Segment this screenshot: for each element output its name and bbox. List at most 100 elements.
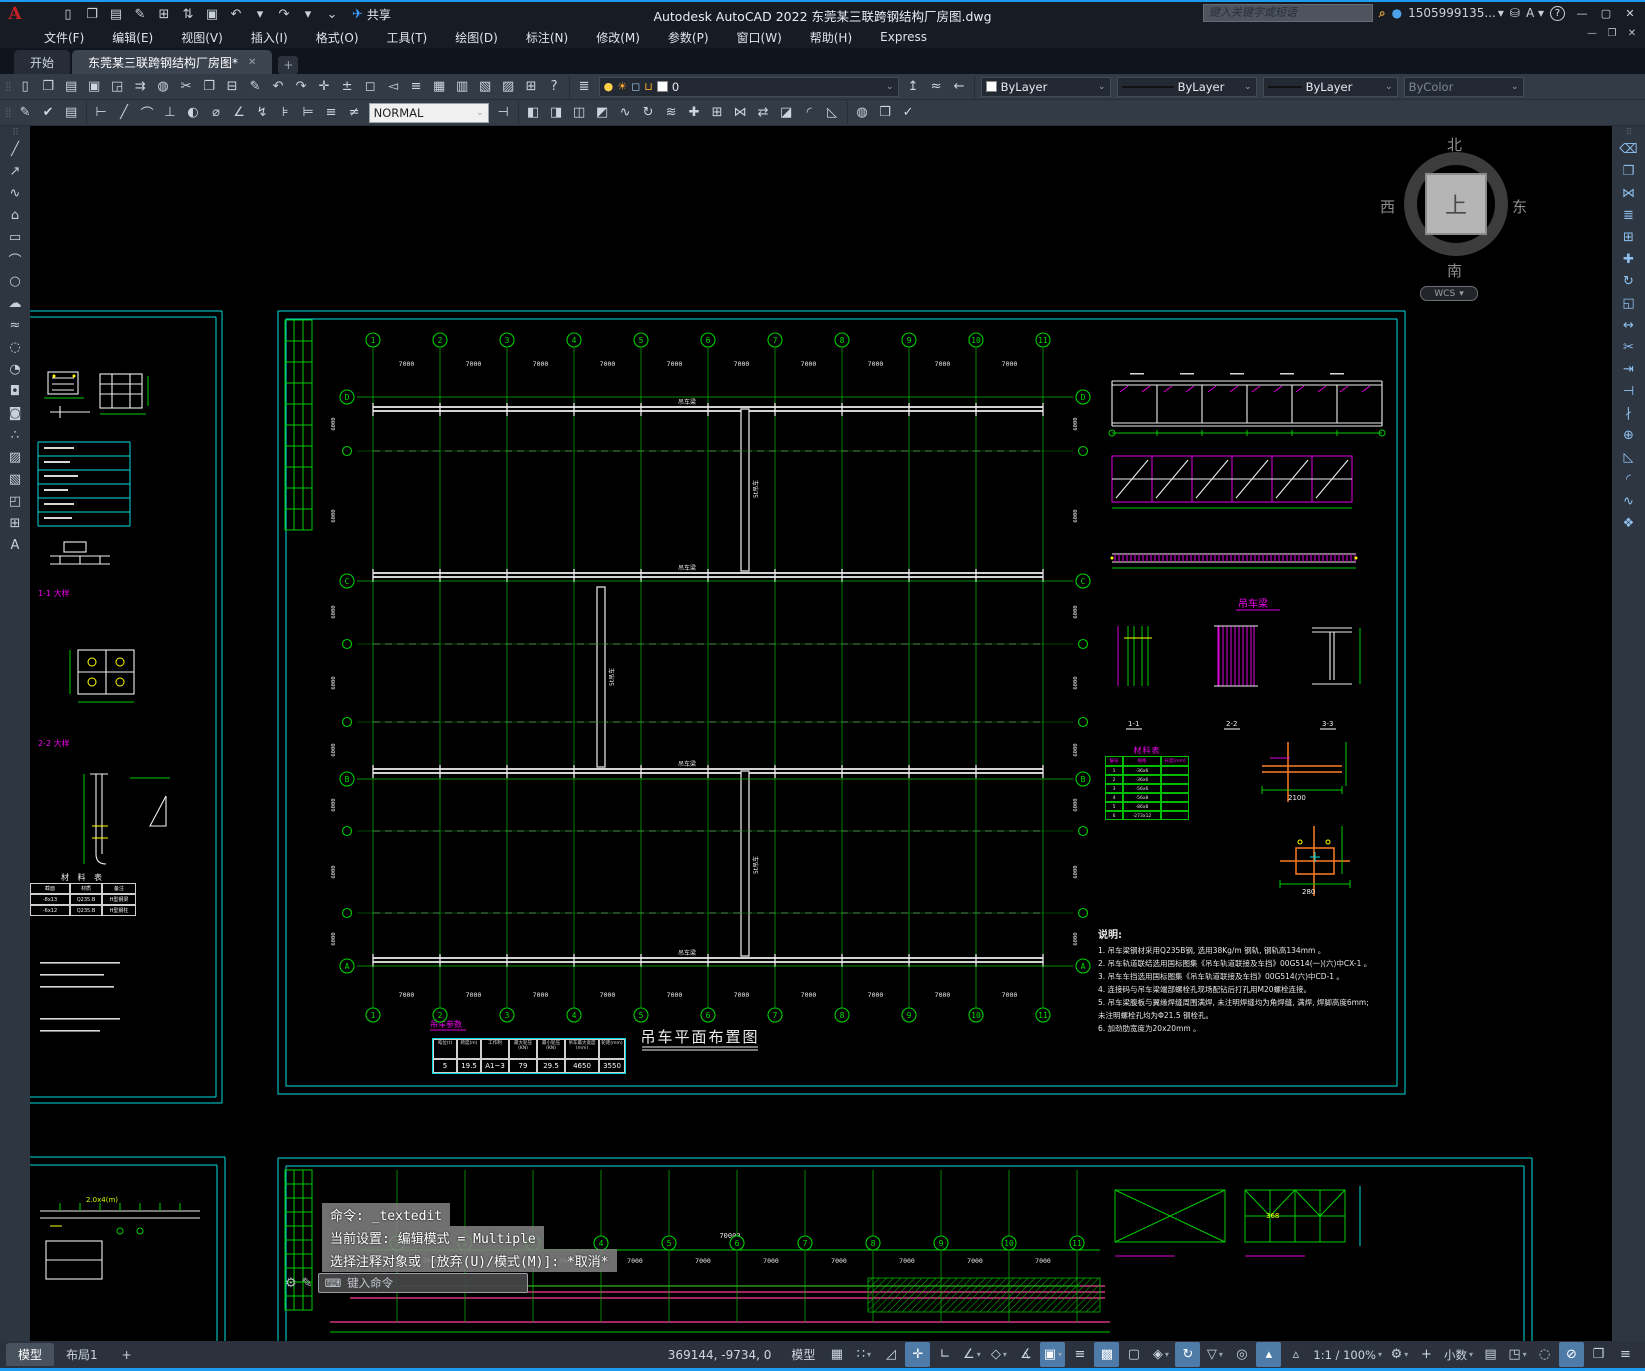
- icon-scale[interactable]: ◱: [1617, 292, 1641, 314]
- icon-plot[interactable]: ▣: [83, 75, 106, 98]
- icon-redo-caret[interactable]: ▾: [296, 3, 320, 25]
- autocad-logo-icon[interactable]: A: [0, 3, 30, 25]
- viewcube-east[interactable]: 东: [1512, 196, 1527, 217]
- icon-copy[interactable]: ❐: [198, 75, 221, 98]
- icon-polar-tracking[interactable]: ∠ ▾: [959, 1342, 984, 1367]
- toolbar-grip[interactable]: ⠿: [12, 128, 19, 138]
- toolbar-grip[interactable]: ⣿: [5, 82, 12, 92]
- icon-object-snap[interactable]: ▣ ▾: [1040, 1342, 1066, 1367]
- icon-move-3d[interactable]: ✚: [683, 101, 706, 124]
- icon-rectangle[interactable]: ▭: [3, 226, 27, 248]
- command-input[interactable]: ⌨ 键入命令: [317, 1273, 528, 1293]
- icon-stretch[interactable]: ↔: [1617, 314, 1641, 336]
- icon-mirror[interactable]: ⋈: [1617, 182, 1641, 204]
- icon-intersect[interactable]: ◫: [568, 101, 591, 124]
- search-icon[interactable]: ⌕: [1379, 6, 1386, 21]
- icon-table[interactable]: ⊞: [3, 512, 27, 534]
- icon-offset[interactable]: ≣: [1617, 204, 1641, 226]
- viewcube-south[interactable]: 南: [1447, 260, 1462, 281]
- icon-move[interactable]: ✚: [1617, 248, 1641, 270]
- icon-revolve[interactable]: ↻: [637, 101, 660, 124]
- icon-design-center[interactable]: ▦: [428, 75, 451, 98]
- icon-sync-settings[interactable]: ⇅: [176, 3, 200, 25]
- maximize-button[interactable]: ▢: [1595, 7, 1617, 20]
- icon-cut[interactable]: ✂: [175, 75, 198, 98]
- icon-extend[interactable]: ⇥: [1617, 358, 1641, 380]
- icon-quick-dim[interactable]: ↯: [251, 101, 274, 124]
- icon-sweep[interactable]: ∿: [614, 101, 637, 124]
- icon-plot[interactable]: ▣: [200, 3, 224, 25]
- icon-annotation-monitor[interactable]: +: [1414, 1342, 1439, 1367]
- icon-line[interactable]: ╱: [3, 138, 27, 160]
- icon-save[interactable]: ▤: [60, 75, 83, 98]
- icon-dim-aligned[interactable]: ╱: [113, 101, 136, 124]
- icon-autoscale[interactable]: ▵: [1283, 1342, 1308, 1367]
- icon-dim-angular[interactable]: ∠: [228, 101, 251, 124]
- icon-point[interactable]: ∴: [3, 424, 27, 446]
- tab-document[interactable]: 东莞某三联跨钢结构厂房图* ✕: [72, 50, 273, 74]
- menu-insert[interactable]: 插入(I): [237, 27, 302, 48]
- icon-layer-previous[interactable]: ←: [948, 75, 971, 98]
- doc-close-button[interactable]: ✕: [1623, 28, 1641, 39]
- icon-redo[interactable]: ↷: [272, 3, 296, 25]
- icon-rotate[interactable]: ↻: [1617, 270, 1641, 292]
- new-layout-button[interactable]: +: [110, 1345, 144, 1365]
- icon-mirror-3d[interactable]: ⋈: [729, 101, 752, 124]
- icon-construction-line[interactable]: ↗: [3, 160, 27, 182]
- icon-ortho-mode[interactable]: ∟: [932, 1342, 957, 1367]
- icon-workspace-switching[interactable]: ⚙ ▾: [1387, 1342, 1412, 1367]
- icon-infer-constraints[interactable]: ◿: [878, 1342, 903, 1367]
- icon-save[interactable]: ▤: [104, 3, 128, 25]
- icon-ellipse[interactable]: ◌: [3, 336, 27, 358]
- icon-osnap-3d[interactable]: ◈ ▾: [1148, 1342, 1173, 1367]
- icon-dim-radius[interactable]: ◐: [182, 101, 205, 124]
- icon-isolate-objects[interactable]: ◌: [1532, 1342, 1557, 1367]
- new-tab-button[interactable]: +: [278, 56, 299, 74]
- icon-tool-palettes[interactable]: ▥: [451, 75, 474, 98]
- icon-lineweight[interactable]: ≡: [1067, 1342, 1092, 1367]
- help-icon[interactable]: ?: [1550, 5, 1565, 21]
- menu-modify[interactable]: 修改(M): [582, 27, 654, 48]
- search-input[interactable]: [1202, 4, 1373, 22]
- menu-draw[interactable]: 绘图(D): [441, 27, 512, 48]
- menu-express[interactable]: Express: [866, 28, 941, 46]
- icon-publish[interactable]: ⇉: [129, 75, 152, 98]
- menu-edit[interactable]: 编辑(E): [98, 27, 167, 48]
- viewcube-north[interactable]: 北: [1447, 134, 1462, 155]
- icon-transparency[interactable]: ▩: [1094, 1342, 1120, 1367]
- icon-help[interactable]: ?: [543, 75, 566, 98]
- icon-break[interactable]: ∤: [1617, 402, 1641, 424]
- icon-web[interactable]: ◍: [152, 75, 175, 98]
- icon-section-plane[interactable]: ◪: [775, 101, 798, 124]
- icon-undo[interactable]: ↶: [267, 75, 290, 98]
- dimstyle-combo[interactable]: NORMAL ⌄: [368, 102, 489, 123]
- icon-undo-caret[interactable]: ▾: [248, 3, 272, 25]
- recent-commands-icon[interactable]: ✎: [302, 1276, 313, 1291]
- icon-annotation-visibility[interactable]: ▴: [1256, 1342, 1282, 1367]
- icon-validate[interactable]: ✓: [897, 101, 920, 124]
- icon-scale-list[interactable]: ▤: [60, 101, 83, 124]
- icon-fillet-edge[interactable]: ◜: [798, 101, 821, 124]
- icon-pan[interactable]: ✛: [313, 75, 336, 98]
- color-combo[interactable]: ByLayer ⌄: [980, 76, 1111, 97]
- layer-combo[interactable]: ● ☀ ◻ ⊔ 0 ⌄: [598, 76, 899, 97]
- icon-copy[interactable]: ❐: [1617, 160, 1641, 182]
- icon-qat-more[interactable]: ⌄: [320, 3, 344, 25]
- icon-dim-break[interactable]: ≠: [343, 101, 366, 124]
- icon-spline[interactable]: ≈: [3, 314, 27, 336]
- minimize-button[interactable]: —: [1571, 7, 1593, 20]
- icon-snap-mode[interactable]: ∷ ▾: [851, 1342, 876, 1367]
- tab-close-icon[interactable]: ✕: [248, 57, 256, 68]
- units[interactable]: 小数 ▾: [1441, 1342, 1476, 1367]
- toolbar-grip[interactable]: ⠿: [1626, 128, 1633, 138]
- icon-loft[interactable]: ≋: [660, 101, 683, 124]
- icon-open[interactable]: ❐: [80, 3, 104, 25]
- icon-dynamic-ucs[interactable]: ↻: [1175, 1342, 1201, 1367]
- icon-osnap-tracking[interactable]: ∡: [1013, 1342, 1038, 1367]
- lineweight-combo[interactable]: ByLayer ⌄: [1262, 76, 1398, 97]
- icon-dim-continue[interactable]: ⊨: [297, 101, 320, 124]
- icon-multiline-text[interactable]: A: [3, 534, 27, 556]
- menu-view[interactable]: 视图(V): [167, 27, 237, 48]
- icon-dim-diameter[interactable]: ⌀: [205, 101, 228, 124]
- icon-trim[interactable]: ✂: [1617, 336, 1641, 358]
